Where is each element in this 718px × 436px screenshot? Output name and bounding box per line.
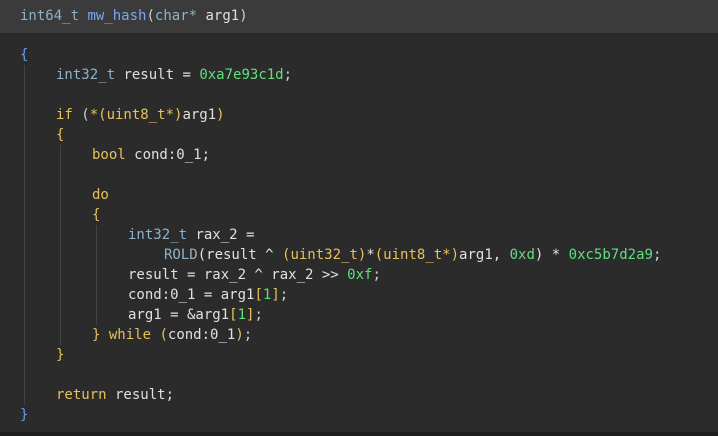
code-token[interactable]: ; <box>284 67 292 83</box>
param-name[interactable]: arg1 <box>206 8 240 24</box>
panel-bottom-border <box>0 432 718 436</box>
code-line[interactable]: arg1 = &arg1[1]; <box>128 305 263 325</box>
indent-guide <box>96 225 97 325</box>
code-token[interactable]: (uint32_t) <box>282 247 366 263</box>
code-token[interactable]: ) * <box>535 247 569 263</box>
code-body[interactable]: {int32_t result = 0xa7e93c1d; if (*(uint8… <box>0 34 718 432</box>
indent-guide <box>24 65 25 405</box>
code-line[interactable]: result = rax_2 ^ rax_2 >> 0xf; <box>128 265 381 285</box>
code-token[interactable]: 0xd <box>510 247 535 263</box>
code-line[interactable]: } <box>20 405 28 425</box>
code-token[interactable]: [ <box>254 287 262 303</box>
code-token[interactable]: (uint8_t*) <box>375 247 459 263</box>
indent-guide <box>60 145 61 345</box>
code-token[interactable]: (result ^ <box>198 247 282 263</box>
code-token[interactable]: cond:0_1; <box>126 147 210 163</box>
code-line[interactable]: int32_t rax_2 = <box>128 225 254 245</box>
code-token[interactable]: 0xc5b7d2a9 <box>569 247 653 263</box>
code-token[interactable]: ; <box>244 327 252 343</box>
code-line[interactable]: { <box>20 45 28 65</box>
function-name[interactable]: mw_hash <box>87 8 146 24</box>
code-token[interactable]: ) <box>235 327 243 343</box>
code-token[interactable]: ( <box>159 327 167 343</box>
code-line[interactable]: } while (cond:0_1); <box>92 325 252 345</box>
open-paren: ( <box>146 8 155 24</box>
code-token[interactable]: ( <box>73 107 89 123</box>
decompiler-view: int64_t mw_hash(char* arg1) {int32_t res… <box>0 0 718 436</box>
code-line[interactable]: { <box>92 205 100 225</box>
code-token[interactable]: if <box>56 107 73 123</box>
code-token[interactable]: *( <box>90 107 107 123</box>
code-token[interactable]: result = rax_2 ^ rax_2 >> <box>128 267 347 283</box>
code-token[interactable]: } <box>56 347 64 363</box>
code-token[interactable]: result = <box>115 67 199 83</box>
code-token[interactable]: ) <box>216 107 224 123</box>
code-token[interactable]: rax_2 = <box>187 227 254 243</box>
function-signature[interactable]: int64_t mw_hash(char* arg1) <box>20 7 248 25</box>
code-line[interactable]: return result; <box>56 385 174 405</box>
code-token[interactable]: while <box>100 327 159 343</box>
code-token[interactable]: { <box>92 207 100 223</box>
code-line[interactable]: bool cond:0_1; <box>92 145 210 165</box>
close-paren: ) <box>239 8 248 24</box>
code-line[interactable]: ROLD(result ^ (uint32_t)*(uint8_t*)arg1,… <box>164 245 661 265</box>
code-token[interactable]: 1 <box>238 307 246 323</box>
code-token[interactable]: ; <box>280 287 288 303</box>
code-token[interactable]: 0xf <box>347 267 372 283</box>
code-token[interactable]: ROLD <box>164 247 198 263</box>
code-token[interactable]: { <box>20 47 28 63</box>
param-type[interactable]: char* <box>155 8 197 24</box>
code-line[interactable]: } <box>56 345 64 365</box>
code-token[interactable]: * <box>366 247 374 263</box>
code-token[interactable]: uint8_t* <box>107 107 174 123</box>
code-token[interactable]: bool <box>92 147 126 163</box>
code-token[interactable]: result; <box>107 387 174 403</box>
code-token[interactable]: cond:0_1 <box>168 327 235 343</box>
code-token[interactable]: } <box>20 407 28 423</box>
code-token[interactable]: ; <box>372 267 380 283</box>
code-token[interactable]: int32_t <box>56 67 115 83</box>
code-token[interactable]: ; <box>254 307 262 323</box>
code-token[interactable]: arg1 = &arg1 <box>128 307 229 323</box>
code-token[interactable]: arg1 <box>182 107 216 123</box>
function-signature-bar: int64_t mw_hash(char* arg1) <box>0 0 718 34</box>
code-token[interactable]: ] <box>271 287 279 303</box>
code-token[interactable]: cond:0_1 = arg1 <box>128 287 254 303</box>
code-token[interactable]: 0xa7e93c1d <box>199 67 283 83</box>
code-line[interactable]: { <box>56 125 64 145</box>
code-token[interactable]: { <box>56 127 64 143</box>
code-token[interactable]: arg1, <box>459 247 510 263</box>
code-token[interactable]: ; <box>653 247 661 263</box>
code-line[interactable]: if (*(uint8_t*)arg1) <box>56 105 225 125</box>
code-token[interactable]: int32_t <box>128 227 187 243</box>
code-line[interactable]: int32_t result = 0xa7e93c1d; <box>56 65 292 85</box>
code-line[interactable]: cond:0_1 = arg1[1]; <box>128 285 288 305</box>
code-token[interactable]: return <box>56 387 107 403</box>
code-token[interactable]: [ <box>229 307 237 323</box>
code-token[interactable]: do <box>92 187 109 203</box>
code-line[interactable]: do <box>92 185 109 205</box>
return-type[interactable]: int64_t <box>20 8 79 24</box>
